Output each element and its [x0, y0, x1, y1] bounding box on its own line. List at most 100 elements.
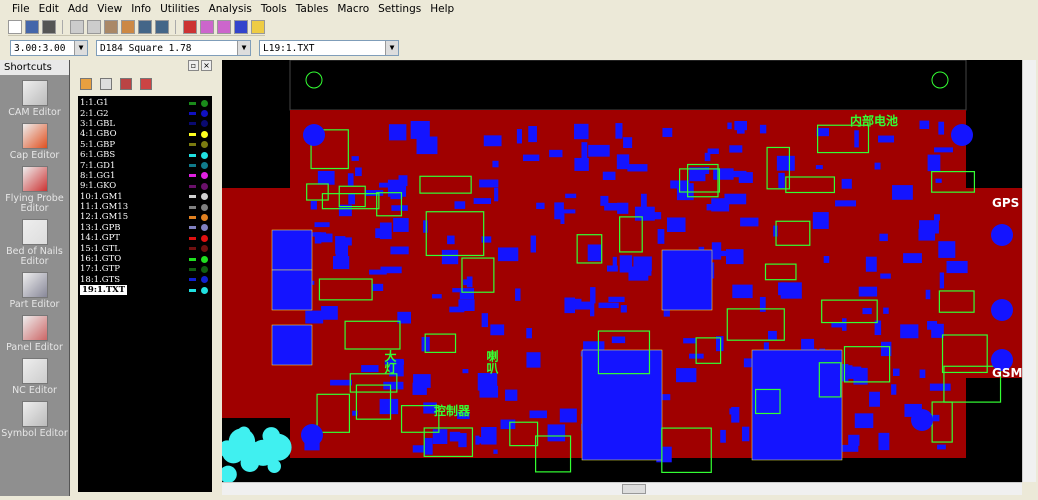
menu-analysis[interactable]: Analysis — [209, 3, 252, 15]
layer-visibility-toggle[interactable] — [201, 286, 208, 294]
shortcut-part-editor[interactable]: Part Editor — [0, 272, 69, 310]
layer-book-icon[interactable] — [120, 78, 132, 90]
open-icon[interactable] — [25, 19, 39, 34]
layer-row[interactable]: 15:1.GTL — [78, 243, 212, 254]
shortcut-cam-editor[interactable]: CAM Editor — [0, 80, 69, 118]
horizontal-scrollbar[interactable] — [222, 482, 1022, 495]
layer-row[interactable]: 19:1.TXT — [78, 285, 212, 296]
grid-select[interactable]: 3.00:3.00 ▼ — [10, 40, 88, 56]
layer-visibility-toggle[interactable] — [201, 224, 208, 232]
layer-row[interactable]: 13:1.GPB — [78, 223, 212, 233]
layer-visibility-toggle[interactable] — [201, 130, 208, 138]
layer-delete-icon[interactable] — [140, 78, 152, 90]
layer-row[interactable]: 16:1.GTO — [78, 254, 212, 264]
layers-icon[interactable] — [104, 19, 118, 34]
color-icon[interactable] — [234, 19, 248, 34]
layer-visibility-toggle[interactable] — [201, 203, 208, 211]
layer-row[interactable]: 3:1.GBL — [78, 119, 212, 129]
aperture-select[interactable]: D184 Square 1.78 ▼ — [96, 40, 251, 56]
cam-editor-icon — [21, 80, 48, 106]
layer-visibility-toggle[interactable] — [201, 151, 208, 159]
menu-macro[interactable]: Macro — [337, 3, 369, 15]
paint-icon[interactable] — [121, 19, 135, 34]
layer-paint-icon[interactable] — [80, 78, 92, 90]
shortcut-flying-probe-editor[interactable]: Flying Probe Editor — [0, 166, 69, 214]
grid-icon[interactable] — [200, 19, 214, 34]
chevron-down-icon[interactable]: ▼ — [237, 41, 250, 55]
layer-visibility-toggle[interactable] — [201, 193, 208, 201]
layer-name: 8:1.GG1 — [80, 170, 116, 181]
layer-visibility-toggle[interactable] — [201, 172, 208, 180]
layer-row[interactable]: 2:1.G2 — [78, 108, 212, 119]
layer-row[interactable]: 7:1.GD1 — [78, 160, 212, 171]
shortcut-panel-editor[interactable]: Panel Editor — [0, 315, 69, 353]
menu-file[interactable]: File — [12, 3, 30, 15]
layer-row[interactable]: 14:1.GPT — [78, 233, 212, 243]
chevron-down-icon[interactable]: ▼ — [385, 41, 398, 55]
menu-settings[interactable]: Settings — [378, 3, 421, 15]
shortcut-cap-editor[interactable]: Cap Editor — [0, 123, 69, 161]
layer-row[interactable]: 4:1.GBO — [78, 129, 212, 139]
layer-row[interactable]: 1:1.G1 — [78, 98, 212, 108]
layer-add-icon[interactable] — [100, 78, 112, 90]
layer-visibility-toggle[interactable] — [201, 99, 208, 107]
pcb-drawing[interactable] — [222, 60, 1022, 482]
layer-visibility-toggle[interactable] — [201, 213, 208, 221]
layer-color-swatch — [189, 164, 196, 168]
layer-row[interactable]: 8:1.GG1 — [78, 171, 212, 181]
layer-visibility-toggle[interactable] — [201, 120, 208, 128]
layer-visibility-toggle[interactable] — [201, 162, 208, 170]
shortcut-symbol-editor[interactable]: Symbol Editor — [0, 401, 69, 439]
pad — [720, 429, 726, 443]
layer-visibility-toggle[interactable] — [201, 234, 208, 242]
layer-visibility-toggle[interactable] — [201, 255, 208, 263]
mounting-hole — [911, 409, 933, 431]
new-icon[interactable] — [8, 19, 22, 34]
pcb-canvas[interactable]: GPS GSM 内部电池 控制器 喇叭 大灯 — [222, 60, 1022, 482]
scroll-thumb[interactable] — [622, 484, 646, 494]
grid-value: 3.00:3.00 — [14, 42, 66, 54]
close-icon[interactable]: × — [201, 60, 212, 71]
restore-icon[interactable]: ▫ — [188, 60, 199, 71]
menu-tables[interactable]: Tables — [296, 3, 329, 15]
save-icon[interactable] — [42, 19, 56, 34]
layer-row[interactable]: 9:1.GKO — [78, 181, 212, 191]
pad — [330, 379, 352, 386]
pad — [841, 178, 852, 189]
layer-row[interactable]: 5:1.GBP — [78, 140, 212, 150]
redo-icon[interactable] — [87, 19, 101, 34]
layer-visibility-toggle[interactable] — [201, 245, 208, 253]
grid2-icon[interactable] — [217, 19, 231, 34]
layer-row[interactable]: 18:1.GTS — [78, 275, 212, 285]
pad — [840, 444, 859, 452]
layer-visibility-toggle[interactable] — [201, 182, 208, 190]
undo-icon[interactable] — [70, 19, 84, 34]
layer-visibility-toggle[interactable] — [201, 265, 208, 273]
menu-view[interactable]: View — [97, 3, 122, 15]
layer-row[interactable]: 17:1.GTP — [78, 264, 212, 274]
menu-help[interactable]: Help — [430, 3, 454, 15]
menu-edit[interactable]: Edit — [39, 3, 59, 15]
shortcut-nc-editor[interactable]: NC Editor — [0, 358, 69, 396]
layer-row[interactable]: 11:1.GM13 — [78, 202, 212, 212]
zoom-in-icon[interactable] — [138, 19, 152, 34]
layer-visibility-toggle[interactable] — [201, 141, 208, 149]
vertical-scrollbar[interactable] — [1022, 60, 1036, 482]
menu-info[interactable]: Info — [131, 3, 151, 15]
layer-row[interactable]: 10:1.GM1 — [78, 192, 212, 202]
layer-visibility-toggle[interactable] — [201, 110, 208, 118]
layer-row[interactable]: 6:1.GBS — [78, 150, 212, 160]
pad — [727, 122, 732, 130]
toolbar-separator — [175, 19, 177, 34]
insert-icon[interactable] — [183, 19, 197, 34]
zoom-out-icon[interactable] — [155, 19, 169, 34]
menu-utilities[interactable]: Utilities — [160, 3, 200, 15]
shortcut-bed-of-nails-editor[interactable]: Bed of Nails Editor — [0, 219, 69, 267]
layer-visibility-toggle[interactable] — [201, 276, 208, 284]
layer-row[interactable]: 12:1.GM15 — [78, 212, 212, 222]
menu-tools[interactable]: Tools — [261, 3, 287, 15]
chevron-down-icon[interactable]: ▼ — [74, 41, 87, 55]
palette-icon[interactable] — [251, 19, 265, 34]
layer-select[interactable]: L19:1.TXT ▼ — [259, 40, 399, 56]
menu-add[interactable]: Add — [68, 3, 88, 15]
